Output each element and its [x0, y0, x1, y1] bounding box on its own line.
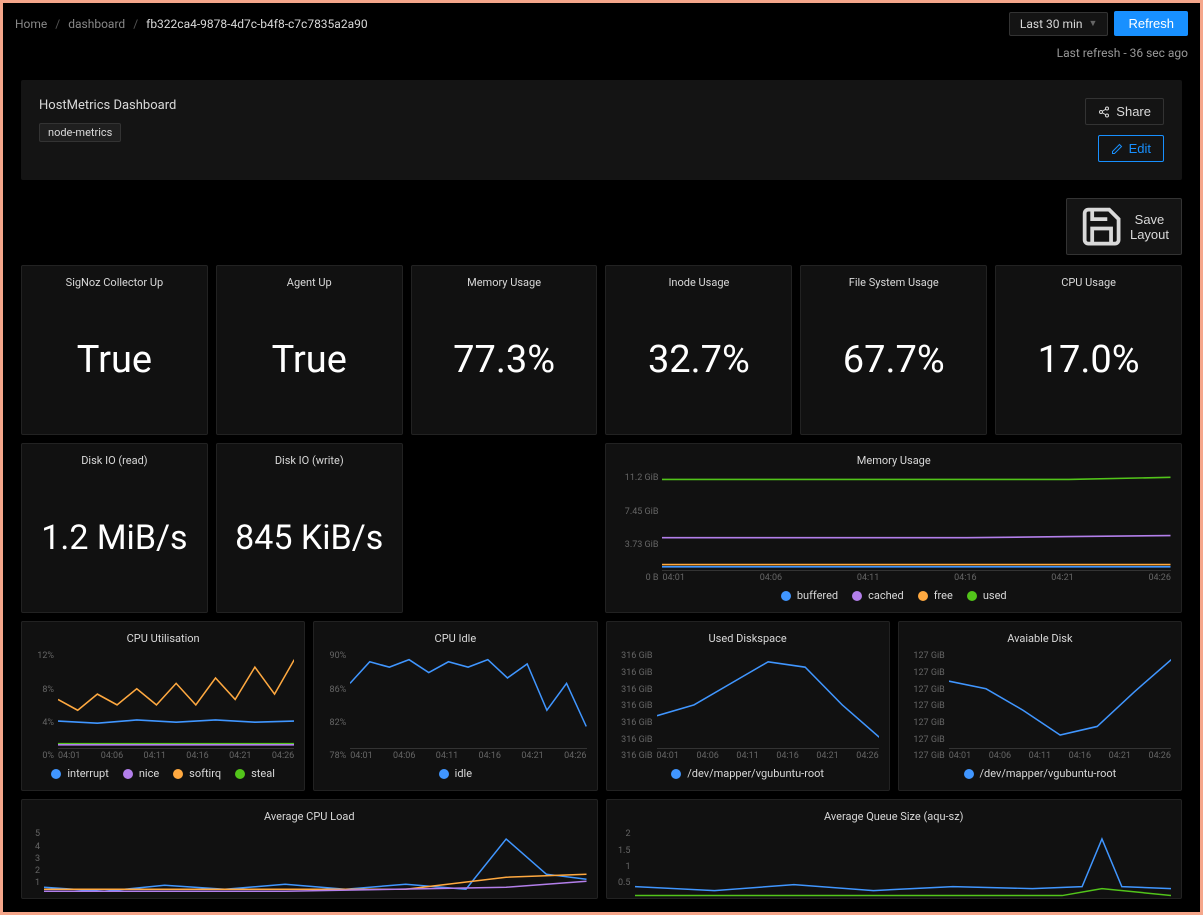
panel-title: CPU Idle: [324, 632, 586, 645]
panel-title: Disk IO (write): [227, 454, 392, 467]
save-icon: [1079, 204, 1124, 249]
pencil-icon: [1111, 143, 1123, 155]
save-layout-label: Save Layout: [1130, 212, 1169, 242]
panel-title: SigNoz Collector Up: [32, 276, 197, 289]
time-range-label: Last 30 min: [1020, 17, 1083, 31]
panel-title: Avaiable Disk: [909, 632, 1171, 645]
panel-cpu-usage[interactable]: CPU Usage 17.0%: [995, 265, 1182, 435]
panel-cpu-idle[interactable]: CPU Idle 90% 86% 82% 78% 04:0104:0604:11: [313, 621, 597, 791]
stat-value: 67.7%: [811, 295, 976, 424]
chart-plot: [44, 829, 587, 899]
panel-title: Memory Usage: [422, 276, 587, 289]
legend-item[interactable]: /dev/mapper/vgubuntu-root: [964, 767, 1117, 780]
panel-disk-read[interactable]: Disk IO (read) 1.2 MiB/s: [21, 443, 208, 613]
stat-value: 32.7%: [616, 295, 781, 424]
breadcrumb-separator: /: [55, 17, 60, 31]
legend-item[interactable]: idle: [439, 767, 472, 780]
panel-title: Inode Usage: [616, 276, 781, 289]
x-axis: 04:0104:0604:1104:1604:2104:26: [657, 749, 879, 761]
stat-value: 1.2 MiB/s: [32, 473, 197, 602]
y-axis: 90% 86% 82% 78%: [324, 651, 350, 761]
chart-plot: [657, 651, 879, 749]
legend-item[interactable]: softirq: [173, 767, 221, 780]
chart-legend: idle: [324, 761, 586, 780]
chart-plot: [635, 829, 1172, 899]
stat-value: 17.0%: [1006, 295, 1171, 424]
panel-title: Disk IO (read): [32, 454, 197, 467]
stat-value: True: [32, 295, 197, 424]
chevron-down-icon: ▼: [1089, 18, 1098, 29]
panel-title: Average Queue Size (aqu-sz): [617, 810, 1172, 823]
legend-item[interactable]: steal: [235, 767, 275, 780]
stat-value: 77.3%: [422, 295, 587, 424]
topbar-right: Last 30 min ▼ Refresh: [1009, 11, 1188, 36]
breadcrumb: Home / dashboard / fb322ca4-9878-4d7c-b4…: [15, 17, 368, 31]
dashboard-title: HostMetrics Dashboard: [39, 98, 176, 113]
legend-item[interactable]: cached: [852, 589, 904, 602]
legend-item[interactable]: /dev/mapper/vgubuntu-root: [671, 767, 824, 780]
panel-title: CPU Usage: [1006, 276, 1171, 289]
y-axis: 21.510.5: [617, 829, 635, 888]
chart-plot: [949, 651, 1171, 749]
panel-inode-usage[interactable]: Inode Usage 32.7%: [605, 265, 792, 435]
panel-title: Used Diskspace: [617, 632, 879, 645]
share-label: Share: [1116, 104, 1151, 119]
panel-avg-cpu-load[interactable]: Average CPU Load 54321: [21, 799, 598, 899]
stat-value: 845 KiB/s: [227, 473, 392, 602]
stat-value: True: [227, 295, 392, 424]
time-range-selector[interactable]: Last 30 min ▼: [1009, 12, 1109, 36]
legend-item[interactable]: used: [967, 589, 1007, 602]
dashboard-tag[interactable]: node-metrics: [39, 123, 121, 142]
panel-title: File System Usage: [811, 276, 976, 289]
panel-title: CPU Utilisation: [32, 632, 294, 645]
chart-plot: [662, 473, 1171, 571]
breadcrumb-separator: /: [133, 17, 138, 31]
panel-cpu-utilisation[interactable]: CPU Utilisation 12% 8% 4% 0%: [21, 621, 305, 791]
x-axis: 04:0104:0604:1104:1604:2104:26: [58, 749, 294, 761]
edit-label: Edit: [1129, 141, 1151, 156]
y-axis: 127 GiB127 GiB127 GiB127 GiB127 GiB127 G…: [909, 651, 949, 761]
x-axis: 04:0104:0604:1104:1604:2104:26: [350, 749, 586, 761]
chart-legend: /dev/mapper/vgubuntu-root: [617, 761, 879, 780]
topbar: Home / dashboard / fb322ca4-9878-4d7c-b4…: [3, 3, 1200, 44]
panel-title: Memory Usage: [616, 454, 1171, 467]
share-icon: [1098, 106, 1110, 118]
panel-memory-usage-stat[interactable]: Memory Usage 77.3%: [411, 265, 598, 435]
last-refresh-text: Last refresh - 36 sec ago: [3, 44, 1200, 62]
chart-plot: [350, 651, 586, 749]
legend-item[interactable]: free: [918, 589, 953, 602]
legend-item[interactable]: buffered: [781, 589, 838, 602]
breadcrumb-dashboard[interactable]: dashboard: [68, 17, 125, 31]
chart-legend: interrupt nice softirq steal: [32, 761, 294, 780]
y-axis: 316 GiB316 GiB316 GiB316 GiB316 GiB316 G…: [617, 651, 657, 761]
legend-item[interactable]: interrupt: [51, 767, 108, 780]
dashboard-header: HostMetrics Dashboard node-metrics Share…: [21, 80, 1182, 180]
share-button[interactable]: Share: [1085, 98, 1164, 125]
panel-title: Agent Up: [227, 276, 392, 289]
x-axis: 04:0104:0604:1104:1604:2104:26: [949, 749, 1171, 761]
breadcrumb-home[interactable]: Home: [15, 17, 47, 31]
edit-button[interactable]: Edit: [1098, 135, 1164, 162]
panel-memory-chart[interactable]: Memory Usage 11.2 GiB 7.45 GiB 3.73 GiB …: [605, 443, 1182, 613]
y-axis: 11.2 GiB 7.45 GiB 3.73 GiB 0 B: [616, 473, 662, 583]
save-layout-button[interactable]: Save Layout: [1066, 198, 1182, 255]
panel-signoz-collector[interactable]: SigNoz Collector Up True: [21, 265, 208, 435]
x-axis: 04:0104:0604:1104:1604:2104:26: [662, 571, 1171, 583]
y-axis: 54321: [32, 829, 44, 888]
panel-agent-up[interactable]: Agent Up True: [216, 265, 403, 435]
panel-title: Average CPU Load: [32, 810, 587, 823]
panel-available-disk[interactable]: Avaiable Disk 127 GiB127 GiB127 GiB127 G…: [898, 621, 1182, 791]
legend-item[interactable]: nice: [123, 767, 159, 780]
panel-disk-write[interactable]: Disk IO (write) 845 KiB/s: [216, 443, 403, 613]
breadcrumb-current: fb322ca4-9878-4d7c-b4f8-c7c7835a2a90: [146, 17, 367, 31]
refresh-button[interactable]: Refresh: [1114, 11, 1188, 36]
chart-legend: buffered cached free used: [616, 583, 1171, 602]
chart-plot: [58, 651, 294, 749]
panel-used-diskspace[interactable]: Used Diskspace 316 GiB316 GiB316 GiB316 …: [606, 621, 890, 791]
panel-fs-usage[interactable]: File System Usage 67.7%: [800, 265, 987, 435]
y-axis: 12% 8% 4% 0%: [32, 651, 58, 761]
chart-legend: /dev/mapper/vgubuntu-root: [909, 761, 1171, 780]
panel-avg-queue-size[interactable]: Average Queue Size (aqu-sz) 21.510.5: [606, 799, 1183, 899]
